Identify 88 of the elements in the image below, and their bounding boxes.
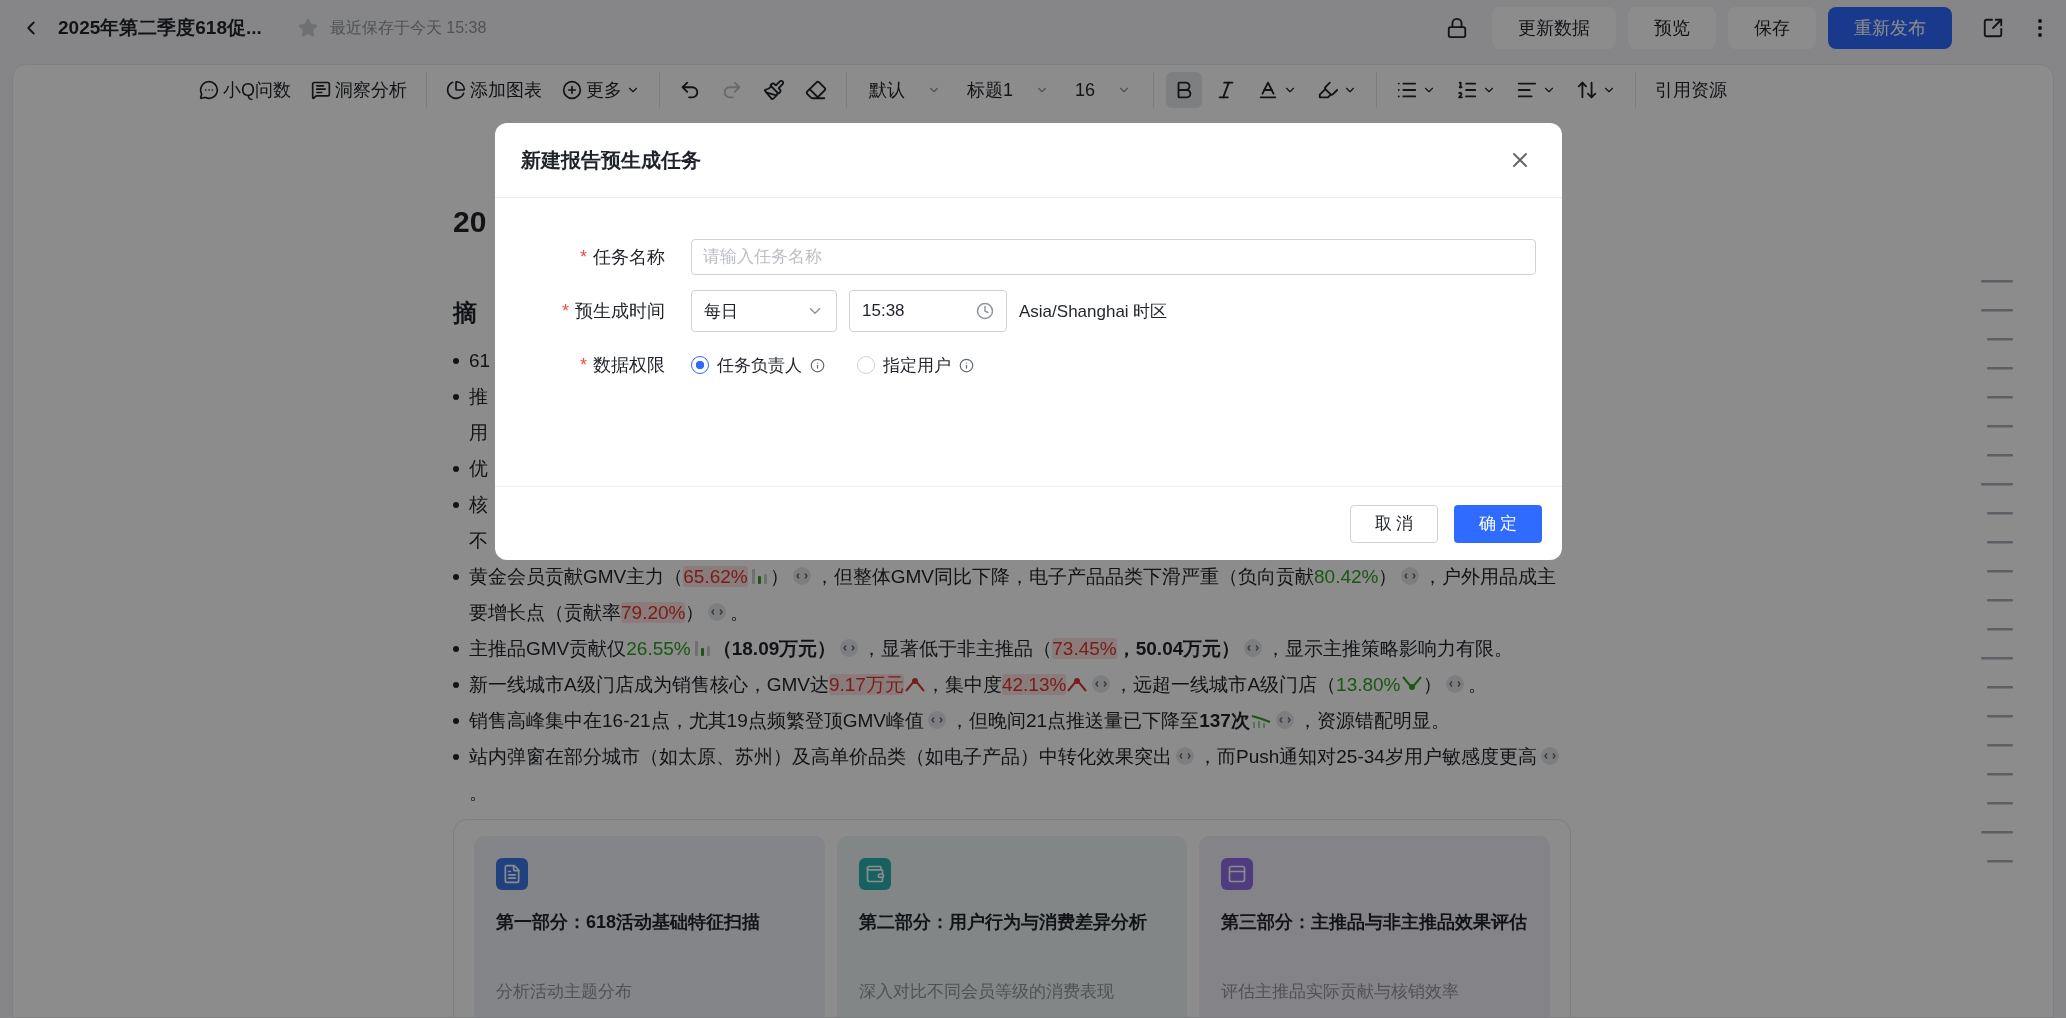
section-heading: 摘 — [453, 298, 477, 328]
action-button[interactable]: 保存 — [1728, 7, 1816, 49]
field-label: * 预生成时间 — [562, 300, 665, 323]
highlighted-value: 79.20% — [621, 602, 686, 623]
document-title: 2025年第二季度618促... — [58, 16, 262, 40]
citation-icon[interactable] — [927, 710, 947, 730]
bullet-dot — [453, 502, 459, 508]
section-icon — [496, 858, 528, 890]
citation-icon[interactable] — [1274, 710, 1295, 730]
highlighter-icon — [1317, 79, 1340, 101]
eraser-icon — [805, 79, 827, 101]
plus-icon — [562, 80, 582, 100]
toolbar-dropdown[interactable]: 默认 — [859, 72, 951, 108]
bullet-dot — [453, 646, 459, 652]
numbered-list-icon — [1456, 79, 1479, 101]
task-name-field[interactable]: 请输入任务名称 — [691, 239, 1536, 275]
more-menu-button[interactable]: 更多 — [555, 72, 647, 108]
section-title: 第三部分：主推品与非主推品效果评估 — [1221, 911, 1528, 934]
section-title: 第一部分：618活动基础特征扫描 — [496, 911, 762, 934]
citation-icon[interactable] — [1444, 674, 1465, 694]
bullet-text: 不 — [469, 529, 488, 553]
chat-icon — [198, 80, 219, 100]
citation-icon[interactable] — [791, 566, 812, 586]
publish-button[interactable]: 重新发布 — [1828, 7, 1952, 49]
section-icon — [858, 858, 891, 890]
highlighted-value: 73.45% — [1052, 638, 1117, 659]
radio-option[interactable]: 指定用户 — [857, 353, 974, 377]
field-label: * 任务名称 — [580, 246, 665, 269]
message-icon — [311, 80, 331, 100]
clock-icon — [976, 302, 994, 320]
more-icon — [2038, 19, 2042, 37]
citation-icon[interactable] — [707, 602, 728, 622]
bullet-dot — [453, 574, 459, 580]
star-icon[interactable] — [297, 18, 318, 38]
pie-chart-icon — [446, 80, 466, 100]
radio-circle[interactable] — [691, 356, 709, 374]
toolbar-button[interactable]: 洞察分析 — [304, 72, 414, 108]
bold-button[interactable] — [1166, 72, 1203, 108]
bullet-text: 用 — [469, 421, 488, 445]
confirm-button[interactable]: 确 定 — [1454, 504, 1542, 543]
undo-icon — [679, 79, 701, 101]
time-field[interactable]: 15:38 — [849, 290, 1007, 332]
action-button[interactable]: 更新数据 — [1492, 7, 1616, 49]
bullet-text: 站内弹窗在部分城市（如太原、苏州）及高单价品类（如电子产品）中转化效果突出 ，而Push通知对25-34岁用户敏感度更高 。 — [469, 739, 1571, 811]
citation-icon[interactable] — [1091, 674, 1112, 694]
citation-icon[interactable] — [1175, 746, 1195, 766]
bullet-dot — [453, 358, 459, 364]
bullet-text: 核 — [469, 493, 488, 517]
bullet-text: 销售高峰集中在16-21点，尤其19点频繁登顶GMV峰值 ，但晚间21点推送量已下降至137次 ，资源错配明显。 — [469, 709, 1451, 733]
bullet-text: 主推品GMV贡献仅26.55% （18.09万元） ，显著低于非主推品（73.45%，50.04万元） ，显示主推策略影响力有限。 — [469, 637, 1515, 661]
line-height-icon — [1576, 79, 1599, 101]
bullet-text: 61 — [469, 349, 491, 373]
toolbar-dropdown[interactable]: 标题1 — [957, 72, 1059, 108]
section-title: 第二部分：用户行为与消费差异分析 — [858, 911, 1148, 934]
bullet-dot — [453, 718, 459, 724]
bullet-dot — [453, 682, 459, 688]
frequency-select[interactable]: 每日 — [691, 290, 837, 332]
toolbar-dropdown[interactable]: 16 — [1065, 72, 1142, 108]
cancel-button[interactable]: 取 消 — [1350, 504, 1438, 543]
section-icon — [1221, 858, 1254, 890]
timezone-text: Asia/Shanghai 时区 — [1019, 300, 1168, 323]
bullet-dot — [453, 466, 459, 472]
bullet-text: 黄金会员贡献GMV主力（65.62% ） ，但整体GMV同比下降，电子产品品类下滑严重（负向贡献80.42%） ，户外用品成主要增长点（贡献率79.20%） 。 — [469, 565, 1558, 625]
bullet-text: 新一线城市A级门店成为销售核心，GMV达9.17万元 ，集中度42.13% ，远超一线城市A级门店（13.80% ） 。 — [469, 673, 1488, 697]
bullet-text: 推 — [469, 385, 488, 409]
bullet-dot — [453, 754, 459, 760]
report-title: 20 — [453, 205, 487, 240]
toolbar-button[interactable]: 小Q问数 — [191, 72, 298, 108]
highlighted-value: 9.17万元 — [828, 674, 904, 695]
redo-icon — [721, 79, 743, 101]
highlighted-value: 42.13% — [1001, 674, 1067, 695]
info-icon[interactable] — [959, 357, 974, 373]
share-icon — [1982, 17, 2004, 39]
field-label: * 数据权限 — [580, 354, 665, 377]
radio-option[interactable]: 任务负责人 — [691, 353, 825, 377]
highlighted-value: 65.62% — [683, 566, 748, 587]
toolbar-button[interactable]: 添加图表 — [439, 72, 549, 108]
info-icon[interactable] — [810, 357, 825, 373]
citation-icon[interactable] — [1243, 638, 1264, 658]
lock-icon[interactable] — [1446, 17, 1468, 39]
dialog-title: 新建报告预生成任务 — [521, 147, 702, 173]
citation-icon[interactable] — [1400, 566, 1421, 586]
bullet-dot — [453, 394, 459, 400]
toolbar-button[interactable]: 引用资源 — [1648, 72, 1735, 108]
action-button[interactable]: 预览 — [1628, 7, 1716, 49]
citation-icon[interactable] — [839, 638, 860, 658]
bullet-text: 优 — [469, 457, 488, 481]
citation-icon[interactable] — [1539, 746, 1560, 766]
